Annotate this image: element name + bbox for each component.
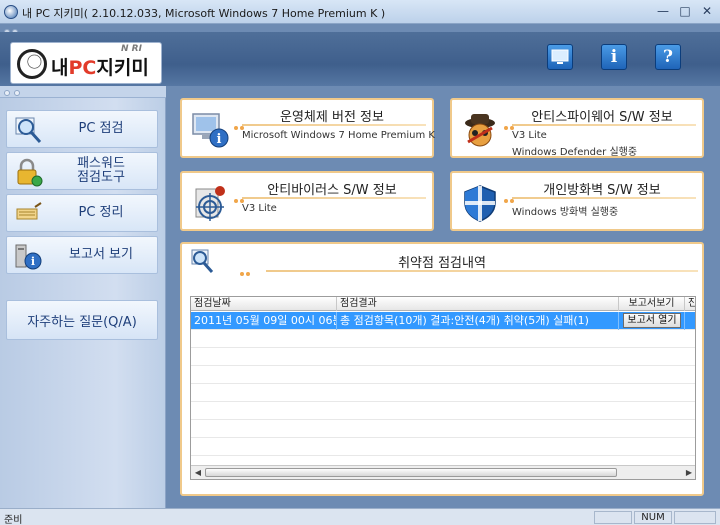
card-title: 안티바이러스 S/W 정보 <box>267 183 397 198</box>
table-header: 점검날짜 점검결과 보고서보기 진 <box>191 297 695 311</box>
open-report-button[interactable]: 보고서 열기 <box>623 313 681 328</box>
window-title: 내 PC 지키미( 2.10.12.033, Microsoft Windows… <box>22 7 386 20</box>
column-header-report[interactable]: 보고서보기 <box>619 297 685 311</box>
sidebar-item-view-report[interactable]: i 보고서 보기 <box>6 236 158 274</box>
sidebar-item-label: 패스워드 점검도구 <box>77 156 125 185</box>
minimize-button[interactable]: — <box>654 3 672 19</box>
main-panel: i 운영체제 버전 정보 Microsoft Windows 7 Home Pr… <box>172 86 712 502</box>
panel-bullets <box>240 266 252 279</box>
card-underline <box>512 197 696 199</box>
row-report-cell: 보고서 열기 <box>619 312 685 330</box>
scrollbar-thumb[interactable] <box>205 468 617 477</box>
panel-underline <box>266 270 698 272</box>
logo-text: 내PC지키미 <box>51 57 149 79</box>
table-row-empty <box>191 420 695 438</box>
firewall-card: 개인방화벽 S/W 정보 Windows 방화벽 실행중 <box>450 171 704 231</box>
firewall-line-1: Windows 방화벽 실행중 <box>512 207 619 218</box>
row-result: 총 점검항목(10개) 결과:안전(4개) 취약(5개) 실패(1) <box>337 312 619 330</box>
app-icon <box>4 5 18 19</box>
vulnerability-history-panel: 취약점 점검내역 점검날짜 점검결과 보고서보기 진 2011년 05월 09일… <box>180 242 704 496</box>
antivirus-target-icon <box>195 186 225 221</box>
panel-title: 취약점 점검내역 <box>398 256 486 271</box>
sidebar-item-label: PC 점검 <box>78 121 124 136</box>
header-bar: 내PC지키미 N RI i ? <box>0 32 720 86</box>
antispyware-line-1: V3 Lite <box>512 130 547 141</box>
sidebar-header-strip <box>0 86 166 98</box>
shield-icon <box>464 185 496 222</box>
status-panel-empty <box>674 511 716 524</box>
os-version-card: i 운영체제 버전 정보 Microsoft Windows 7 Home Pr… <box>180 98 435 158</box>
sidebar-item-pc-check[interactable]: PC 점검 <box>6 110 158 148</box>
antivirus-line-1: V3 Lite <box>242 203 277 214</box>
status-bar: 준비 NUM <box>0 508 720 525</box>
padlock-icon <box>17 158 43 187</box>
sidebar-item-password-tool[interactable]: 패스워드 점검도구 <box>6 152 158 190</box>
title-bar: 내 PC 지키미( 2.10.12.033, Microsoft Windows… <box>0 0 720 24</box>
scroll-right-icon[interactable]: ▶ <box>683 467 695 478</box>
card-title: 개인방화벽 S/W 정보 <box>543 183 661 198</box>
magnifier-icon <box>15 117 42 144</box>
logo-subtitle: N RI <box>121 44 142 54</box>
row-date: 2011년 05월 09일 00시 06분 <box>191 312 337 330</box>
app-logo: 내PC지키미 N RI <box>10 42 162 84</box>
num-lock-indicator: NUM <box>634 511 672 524</box>
table-row-empty <box>191 348 695 366</box>
card-underline <box>242 124 426 126</box>
status-panel-empty <box>594 511 632 524</box>
spy-icon <box>465 114 495 147</box>
antivirus-card: 안티바이러스 S/W 정보 V3 Lite <box>180 171 434 231</box>
card-underline <box>512 124 696 126</box>
antispyware-card: 안티스파이웨어 S/W 정보 V3 Lite Windows Defender … <box>450 98 704 158</box>
card-title: 운영체제 버전 정보 <box>280 110 384 125</box>
table-row[interactable]: 2011년 05월 09일 00시 06분 총 점검항목(10개) 결과:안전(… <box>191 312 695 330</box>
table-row-empty <box>191 402 695 420</box>
sidebar-item-label: PC 정리 <box>78 205 124 220</box>
monitor-icon[interactable] <box>547 44 573 70</box>
sidebar: PC 점검 패스워드 점검도구 PC 정리 i 보고서 보기 자주하는 질문(Q… <box>0 98 166 508</box>
broom-icon <box>16 202 42 220</box>
close-button[interactable]: ✕ <box>698 3 716 19</box>
faq-button[interactable]: 자주하는 질문(Q/A) <box>6 300 158 340</box>
horizontal-scrollbar[interactable]: ◀ ▶ <box>191 465 695 479</box>
card-title: 안티스파이웨어 S/W 정보 <box>531 110 673 125</box>
sidebar-item-pc-cleanup[interactable]: PC 정리 <box>6 194 158 232</box>
column-header-more[interactable]: 진 <box>685 297 695 311</box>
table-row-empty <box>191 384 695 402</box>
column-header-date[interactable]: 점검날짜 <box>191 297 337 311</box>
table-row-empty <box>191 366 695 384</box>
os-version-text: Microsoft Windows 7 Home Premium K <box>242 130 435 141</box>
sidebar-item-label: 보고서 보기 <box>69 247 133 262</box>
report-info-icon: i <box>15 244 42 270</box>
table-row-empty <box>191 330 695 348</box>
info-icon[interactable]: i <box>601 44 627 70</box>
history-table: 점검날짜 점검결과 보고서보기 진 2011년 05월 09일 00시 06분 … <box>190 296 696 480</box>
logo-swirl-icon <box>17 49 47 79</box>
status-text: 준비 <box>4 515 23 525</box>
table-row-empty <box>191 438 695 456</box>
svg-text:i: i <box>31 255 35 268</box>
maximize-button[interactable]: □ <box>676 3 694 19</box>
column-header-result[interactable]: 점검결과 <box>337 297 619 311</box>
computer-info-icon: i <box>192 113 229 148</box>
help-icon[interactable]: ? <box>655 44 681 70</box>
svg-text:i: i <box>217 132 222 147</box>
antispyware-line-2: Windows Defender 실행중 <box>512 147 638 158</box>
card-underline <box>242 197 426 199</box>
scroll-left-icon[interactable]: ◀ <box>192 467 204 478</box>
